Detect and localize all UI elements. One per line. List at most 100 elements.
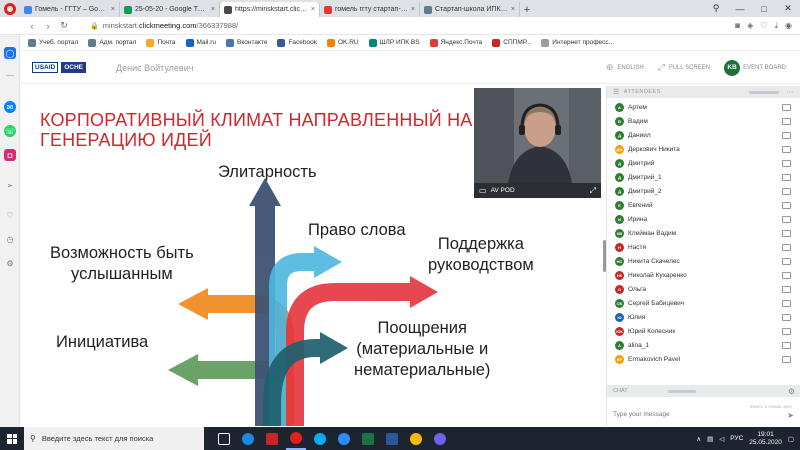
opera-menu-icon[interactable] — [0, 0, 20, 17]
camera-icon[interactable]: ◙ — [735, 21, 740, 31]
search-tabs-icon[interactable]: ⚲ — [704, 0, 728, 17]
language-indicator[interactable]: РУС — [730, 435, 743, 442]
settings-icon[interactable]: ⚙ — [4, 257, 16, 269]
skype-icon[interactable] — [310, 427, 330, 450]
send-icon[interactable]: ➤ — [787, 411, 794, 420]
bookmark-item[interactable]: Mail.ru — [185, 38, 216, 47]
edge-icon[interactable] — [238, 427, 258, 450]
attendee-row[interactable]: И Ирина — [607, 212, 800, 226]
chat-input[interactable] — [613, 411, 773, 418]
bookmark-item[interactable]: Яндекс.Почта — [429, 38, 482, 47]
speed-dial-icon[interactable]: ◯ — [4, 47, 16, 59]
whatsapp-icon[interactable]: ☏ — [4, 125, 16, 137]
attendee-row[interactable]: НК Николай Кухаренко — [607, 268, 800, 282]
browser-tab-5[interactable]: Стартап-школа ИПК busi...× — [420, 2, 520, 17]
attendee-row[interactable]: A Артем — [607, 100, 800, 114]
heart-icon[interactable]: ♡ — [760, 21, 767, 31]
task-view-icon[interactable] — [214, 427, 234, 450]
send-icon[interactable]: ➢ — [4, 179, 16, 191]
attendee-row[interactable]: Д Дмитрий — [607, 156, 800, 170]
more-options-icon[interactable]: ⋯ — [787, 88, 795, 96]
fullscreen-button[interactable]: ⤢ FULL SCREEN — [658, 62, 710, 73]
attendee-row[interactable]: СБ Сергей Бабицевич — [607, 296, 800, 310]
app-icon[interactable] — [262, 427, 282, 450]
history-icon[interactable]: ◷ — [4, 233, 16, 245]
attendee-row[interactable]: ЮК Юрий Колесник — [607, 324, 800, 338]
maximize-icon[interactable]: □ — [752, 0, 776, 17]
bookmark-item[interactable]: Вконтакте — [226, 38, 267, 47]
attendee-row[interactable]: Н Настя — [607, 240, 800, 254]
attendee-row[interactable]: О Ольга — [607, 282, 800, 296]
close-tab-icon[interactable]: × — [511, 6, 515, 13]
new-tab-button[interactable]: + — [520, 2, 534, 17]
close-tab-icon[interactable]: × — [111, 6, 115, 13]
profile-icon[interactable]: ◉ — [785, 21, 792, 31]
browser-tab-1[interactable]: Гомель - ГГТУ – Google Д...× — [20, 2, 120, 17]
avatar: EP — [615, 354, 624, 364]
windows-start-icon[interactable] — [0, 427, 24, 450]
close-window-icon[interactable]: ✕ — [776, 0, 800, 17]
language-button[interactable]: ⊕ ENGLISH — [606, 62, 644, 73]
attendee-row[interactable]: Д Дмитрий_2 — [607, 184, 800, 198]
attendees-header[interactable]: ☰ ATTENDEES ⋯ — [607, 86, 800, 98]
chevron-up-icon[interactable]: ∧ — [696, 435, 701, 443]
bookmark-item[interactable]: СППМР... — [492, 38, 531, 47]
panel-resize-handle[interactable] — [748, 90, 779, 94]
bookmark-item[interactable]: Почта — [146, 38, 176, 47]
back-icon[interactable]: ‹ — [24, 17, 40, 35]
attendee-row[interactable]: КВ Клейман Вадим — [607, 226, 800, 240]
chat-popout-link[interactable]: Жмать в новом окне — [749, 404, 792, 409]
excel-icon[interactable] — [358, 427, 378, 450]
camera-icon[interactable]: ▭ — [479, 186, 487, 195]
attendee-row[interactable]: Д Даниил — [607, 128, 800, 142]
bookmark-item[interactable]: Интернет професс... — [541, 38, 614, 47]
attendee-row[interactable]: Е Евгений — [607, 198, 800, 212]
bookmark-item[interactable]: Facebook — [277, 38, 317, 47]
browser-tab-2[interactable]: 25-05-20 - Google Таблиц...× — [120, 2, 220, 17]
notifications-icon[interactable]: ▢ — [788, 435, 794, 443]
attendee-row[interactable]: Д Дмитрий_1 — [607, 170, 800, 184]
word-icon[interactable] — [382, 427, 402, 450]
attendee-row[interactable]: ДН Деркович Никита — [607, 142, 800, 156]
bookmark-item[interactable]: OK.RU — [327, 38, 359, 47]
bookmark-item[interactable]: Адм. портал — [88, 38, 136, 47]
url-field[interactable]: minskstart.clickmeeting.com/366337988/ — [103, 21, 736, 30]
attendee-row[interactable]: EP Ermakovich Pavel — [607, 352, 800, 366]
minimize-icon[interactable]: — — [728, 0, 752, 17]
instagram-icon[interactable]: ◘ — [4, 149, 16, 161]
download-icon[interactable]: ⤓ — [774, 21, 778, 31]
attendee-row[interactable]: B Вадим — [607, 114, 800, 128]
attendee-row[interactable]: НС Никита Скачелес — [607, 254, 800, 268]
attendee-row[interactable]: Ю Юлия — [607, 310, 800, 324]
messenger-icon[interactable]: ✉ — [4, 101, 16, 113]
chrome-icon[interactable] — [406, 427, 426, 450]
network-icon[interactable]: ▤ — [707, 435, 713, 443]
video-feed[interactable]: ▭ AV POD ⤢ — [474, 88, 601, 198]
chat-resize-handle[interactable] — [667, 389, 696, 393]
browser-tab-3[interactable]: https://minskstart.clickme...× — [220, 2, 320, 17]
volume-icon[interactable]: ◁ — [719, 435, 724, 443]
expand-icon[interactable]: ⤢ — [590, 186, 596, 196]
bookmark-item[interactable]: ШЛР ИПК BS — [368, 38, 420, 47]
taskbar-search[interactable]: ⚲ Введите здесь текст для поиска — [24, 427, 204, 450]
close-tab-icon[interactable]: × — [311, 6, 315, 13]
gear-icon[interactable]: ⚙ — [788, 387, 795, 396]
zoom-icon[interactable] — [334, 427, 354, 450]
tab-favicon-icon — [424, 5, 432, 14]
reload-icon[interactable]: ↻ — [56, 17, 72, 35]
event-board-button[interactable]: KB EVENT BOARD — [724, 59, 786, 76]
forward-icon[interactable]: › — [40, 17, 56, 35]
shield-icon[interactable]: ◈ — [747, 21, 753, 31]
opera-icon[interactable] — [286, 427, 306, 450]
chat-header[interactable]: CHAT ⚙ — [607, 385, 800, 397]
avatar: A — [615, 102, 624, 112]
clock[interactable]: 19:01 25.05.2020 — [749, 431, 782, 447]
bookmark-item[interactable]: Учеб. портал — [28, 38, 78, 47]
browser-tab-4[interactable]: гомель ггту стартап-школ...× — [320, 2, 420, 17]
close-tab-icon[interactable]: × — [211, 6, 215, 13]
favorites-icon[interactable]: ♡ — [4, 209, 16, 221]
close-tab-icon[interactable]: × — [411, 6, 415, 13]
device-icon — [782, 187, 791, 195]
viber-icon[interactable] — [430, 427, 450, 450]
attendee-row[interactable]: Aalina_1 — [607, 338, 800, 352]
